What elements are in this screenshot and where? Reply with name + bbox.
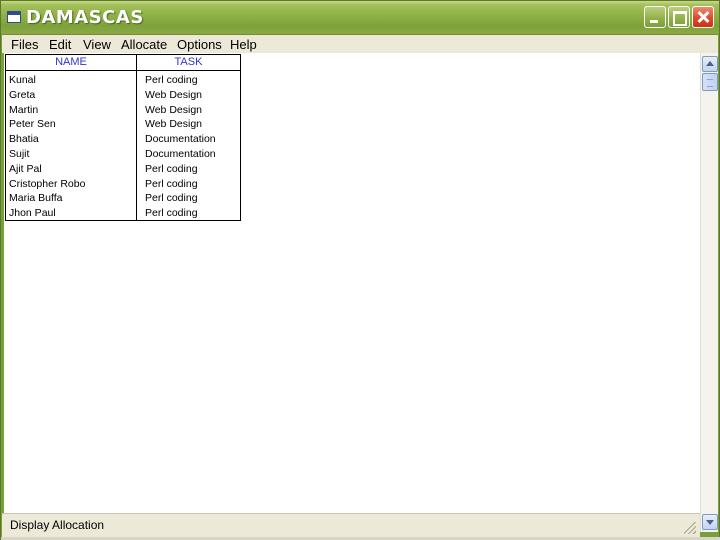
cell-task: Perl coding <box>145 192 198 205</box>
table-row[interactable]: Kunal Perl coding <box>6 73 240 88</box>
chevron-up-icon[interactable] <box>702 56 718 72</box>
minimize-icon[interactable] <box>644 6 666 28</box>
allocation-table: NAME TASK Kunal Perl coding Greta Web De… <box>5 54 241 221</box>
cell-task: Perl coding <box>145 177 198 190</box>
resize-grip-icon[interactable] <box>684 522 696 534</box>
close-icon[interactable] <box>692 6 714 28</box>
table-row[interactable]: Ajit Pal Perl coding <box>6 162 240 177</box>
cell-name: Sujit <box>9 148 30 160</box>
table-row[interactable]: Jhon Paul Perl coding <box>6 206 240 221</box>
cell-name: Kunal <box>9 74 36 86</box>
menu-view[interactable]: View <box>83 37 111 52</box>
cell-task: Documentation <box>145 133 216 146</box>
table-row[interactable]: Sujit Documentation <box>6 147 240 162</box>
menu-bar: Files Edit View Allocate Options Help <box>2 35 718 53</box>
column-header-task[interactable]: TASK <box>137 56 240 68</box>
menu-options[interactable]: Options <box>177 37 222 52</box>
cell-task: Documentation <box>145 148 216 160</box>
status-bar: Display Allocation <box>2 513 700 537</box>
maximize-icon[interactable] <box>668 6 690 28</box>
cell-name: Martin <box>9 103 39 116</box>
cell-name: Ajit Pal <box>9 162 42 175</box>
cell-name: Peter Sen <box>9 118 56 131</box>
cell-task: Perl coding <box>145 74 198 86</box>
table-row[interactable]: Cristopher Robo Perl coding <box>6 177 240 192</box>
table-row[interactable]: Peter Sen Web Design <box>6 117 240 132</box>
header-divider <box>6 70 240 71</box>
menu-edit[interactable]: Edit <box>49 37 71 52</box>
menu-files[interactable]: Files <box>11 37 38 52</box>
app-window: DAMASCAS Files Edit View Allocate Option… <box>0 0 720 540</box>
table-row[interactable]: Bhatia Documentation <box>6 132 240 147</box>
cell-task: Perl coding <box>145 207 198 220</box>
menu-allocate[interactable]: Allocate <box>121 37 167 52</box>
vertical-scrollbar[interactable] <box>700 53 718 532</box>
cell-name: Cristopher Robo <box>9 177 86 190</box>
title-bar[interactable]: DAMASCAS <box>1 1 719 35</box>
window-title: DAMASCAS <box>26 7 144 28</box>
status-text: Display Allocation <box>10 518 105 532</box>
cell-task: Web Design <box>145 103 203 116</box>
scroll-thumb[interactable] <box>702 73 718 91</box>
table-row[interactable]: Maria Buffa Perl coding <box>6 191 240 206</box>
cell-name: Greta <box>9 88 36 101</box>
column-header-name[interactable]: NAME <box>6 56 136 68</box>
cell-name: Maria Buffa <box>9 192 63 205</box>
chevron-down-icon[interactable] <box>702 514 718 530</box>
cell-name: Bhatia <box>9 133 39 146</box>
menu-help[interactable]: Help <box>230 37 257 52</box>
cell-task: Perl coding <box>145 162 198 175</box>
table-row[interactable]: Greta Web Design <box>6 88 240 103</box>
table-row[interactable]: Martin Web Design <box>6 103 240 118</box>
window-app-icon[interactable] <box>7 11 21 23</box>
client-area: NAME TASK Kunal Perl coding Greta Web De… <box>4 53 700 513</box>
cell-task: Web Design <box>145 88 203 101</box>
cell-task: Web Design <box>145 118 203 131</box>
cell-name: Jhon Paul <box>9 207 56 220</box>
